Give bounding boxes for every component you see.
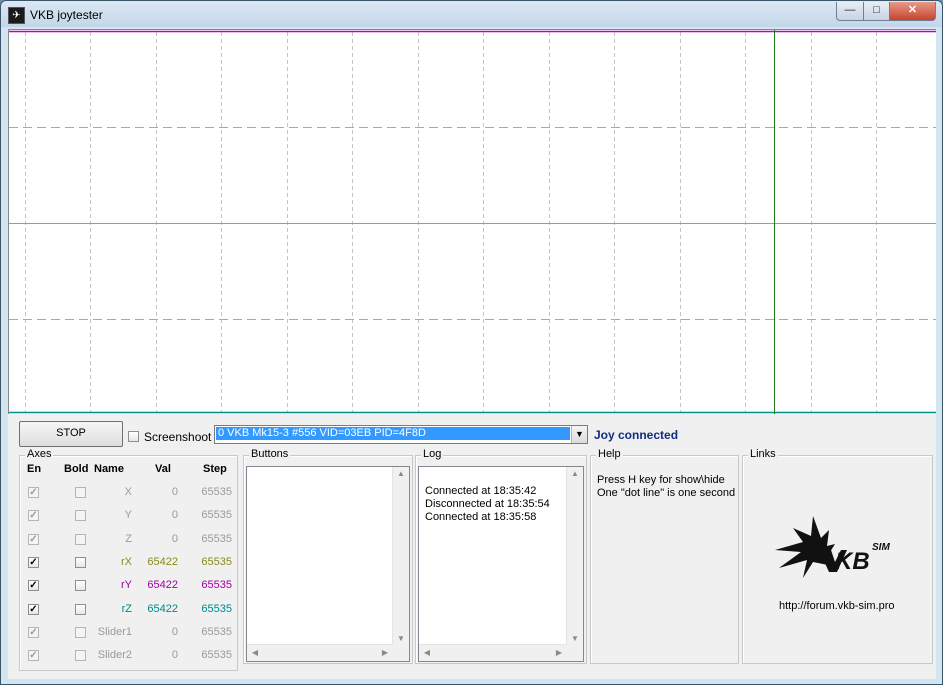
app-window: ✈ VKB joytester — □ ✕ STOP Screenshoot 0… — [0, 0, 943, 685]
maximize-button[interactable]: □ — [863, 2, 890, 21]
minimize-button[interactable]: — — [836, 2, 864, 21]
scroll-left-icon[interactable]: ◀ — [247, 648, 263, 657]
buttons-list[interactable]: ▲ ▼ ◀ ▶ — [246, 466, 410, 662]
buttons-group: Buttons ▲ ▼ ◀ ▶ — [243, 448, 413, 664]
log-line: Connected at 18:35:58 — [425, 511, 537, 523]
axis-value: 0 — [171, 533, 178, 545]
links-group-title: Links — [748, 448, 778, 460]
axes-group: Axes En Bold Name Val Step ✓ X 0 65535 ✓ Y 0 65… — [19, 448, 238, 671]
buttons-horizontal-scrollbar[interactable]: ◀ ▶ — [247, 644, 393, 661]
scroll-right-icon[interactable]: ▶ — [551, 648, 567, 657]
axes-header-step: Step — [203, 463, 227, 475]
log-line: Disconnected at 18:35:54 — [425, 498, 550, 510]
axis-enable-checkbox[interactable]: ✓ — [28, 580, 39, 591]
axis-step: 65535 — [201, 603, 232, 615]
scroll-left-icon[interactable]: ◀ — [419, 648, 435, 657]
axis-enable-checkbox[interactable]: ✓ — [28, 510, 39, 521]
axis-name: Slider2 — [97, 649, 132, 661]
scroll-up-icon[interactable]: ▲ — [393, 469, 409, 478]
vkb-sim-logo[interactable]: KB SIM — [773, 516, 903, 591]
links-group: Links KB SIM http://forum.vkb-sim.pro — [742, 448, 933, 664]
logo-text: KB — [835, 548, 870, 575]
axes-header-bold: Bold — [64, 463, 89, 475]
scroll-down-icon[interactable]: ▼ — [567, 634, 583, 643]
axis-value: 65422 — [147, 579, 178, 591]
axis-value: 65422 — [147, 556, 178, 568]
log-group-title: Log — [421, 448, 444, 460]
screenshot-label: Screenshoot — [144, 430, 212, 444]
axis-step: 65535 — [201, 486, 232, 498]
stop-button[interactable]: STOP — [19, 421, 123, 447]
help-group-title: Help — [596, 448, 623, 460]
axis-value: 0 — [171, 626, 178, 638]
log-group: Log Connected at 18:35:42 Disconnected at… — [415, 448, 587, 664]
device-select[interactable]: 0 VKB Mk15-3 #556 VID=03EB PID=4F8D ▼ — [214, 425, 588, 444]
connection-status: Joy connected — [594, 428, 679, 442]
logo-sup-text: SIM — [872, 542, 890, 553]
scrollbar-corner — [393, 645, 409, 661]
axes-group-title: Axes — [25, 448, 54, 460]
axes-header-val: Val — [155, 463, 171, 475]
axis-enable-checkbox[interactable]: ✓ — [28, 534, 39, 545]
window-title: VKB joytester — [30, 8, 103, 22]
axis-name: Slider1 — [97, 626, 132, 638]
axis-name: rX — [121, 556, 132, 568]
log-vertical-scrollbar[interactable]: ▲ ▼ — [566, 467, 583, 645]
axes-header-en: En — [27, 463, 42, 475]
axis-enable-checkbox[interactable]: ✓ — [28, 604, 39, 615]
axis-value: 0 — [171, 509, 178, 521]
axis-enable-checkbox[interactable]: ✓ — [28, 650, 39, 661]
axis-step: 65535 — [201, 556, 232, 568]
log-list[interactable]: Connected at 18:35:42 Disconnected at 18:… — [418, 466, 584, 662]
axis-name: X — [124, 486, 132, 498]
help-line-2: One "dot line" is one second — [597, 487, 736, 499]
axis-name: rZ — [121, 603, 132, 615]
axis-step: 65535 — [201, 509, 232, 521]
axis-name: rY — [121, 579, 132, 591]
log-line: Connected at 18:35:42 — [425, 485, 537, 497]
axis-step: 65535 — [201, 579, 232, 591]
axis-value: 0 — [171, 486, 178, 498]
axis-enable-checkbox[interactable]: ✓ — [28, 557, 39, 568]
axis-step: 65535 — [201, 649, 232, 661]
help-line-1: Press H key for show\hide — [597, 474, 725, 486]
vkb-logo-icon[interactable]: ✈ — [8, 7, 25, 24]
buttons-vertical-scrollbar[interactable]: ▲ ▼ — [392, 467, 409, 645]
chevron-down-icon[interactable]: ▼ — [571, 426, 587, 443]
axis-value: 65422 — [147, 603, 178, 615]
axis-enable-checkbox[interactable]: ✓ — [28, 627, 39, 638]
scrollbar-corner — [567, 645, 583, 661]
plot-canvas — [9, 30, 936, 414]
device-select-value: 0 VKB Mk15-3 #556 VID=03EB PID=4F8D — [216, 427, 570, 440]
title-bar[interactable]: ✈ VKB joytester — □ ✕ — [1, 1, 942, 27]
scroll-down-icon[interactable]: ▼ — [393, 634, 409, 643]
log-horizontal-scrollbar[interactable]: ◀ ▶ — [419, 644, 567, 661]
close-button[interactable]: ✕ — [889, 2, 936, 21]
axis-step: 65535 — [201, 626, 232, 638]
axes-header-name: Name — [94, 463, 124, 475]
axis-name: Y — [124, 509, 132, 521]
axis-step: 65535 — [201, 533, 232, 545]
screenshot-checkbox[interactable] — [128, 431, 139, 442]
scroll-right-icon[interactable]: ▶ — [377, 648, 393, 657]
axis-plot — [8, 29, 936, 414]
scroll-up-icon[interactable]: ▲ — [567, 469, 583, 478]
buttons-group-title: Buttons — [249, 448, 291, 460]
forum-link[interactable]: http://forum.vkb-sim.pro — [779, 600, 895, 612]
help-group: Help Press H key for show\hide One "dot … — [590, 448, 739, 664]
client-area: STOP Screenshoot 0 VKB Mk15-3 #556 VID=0… — [8, 29, 936, 679]
axis-name: Z — [125, 533, 132, 545]
axis-value: 0 — [171, 649, 178, 661]
axis-enable-checkbox[interactable]: ✓ — [28, 487, 39, 498]
